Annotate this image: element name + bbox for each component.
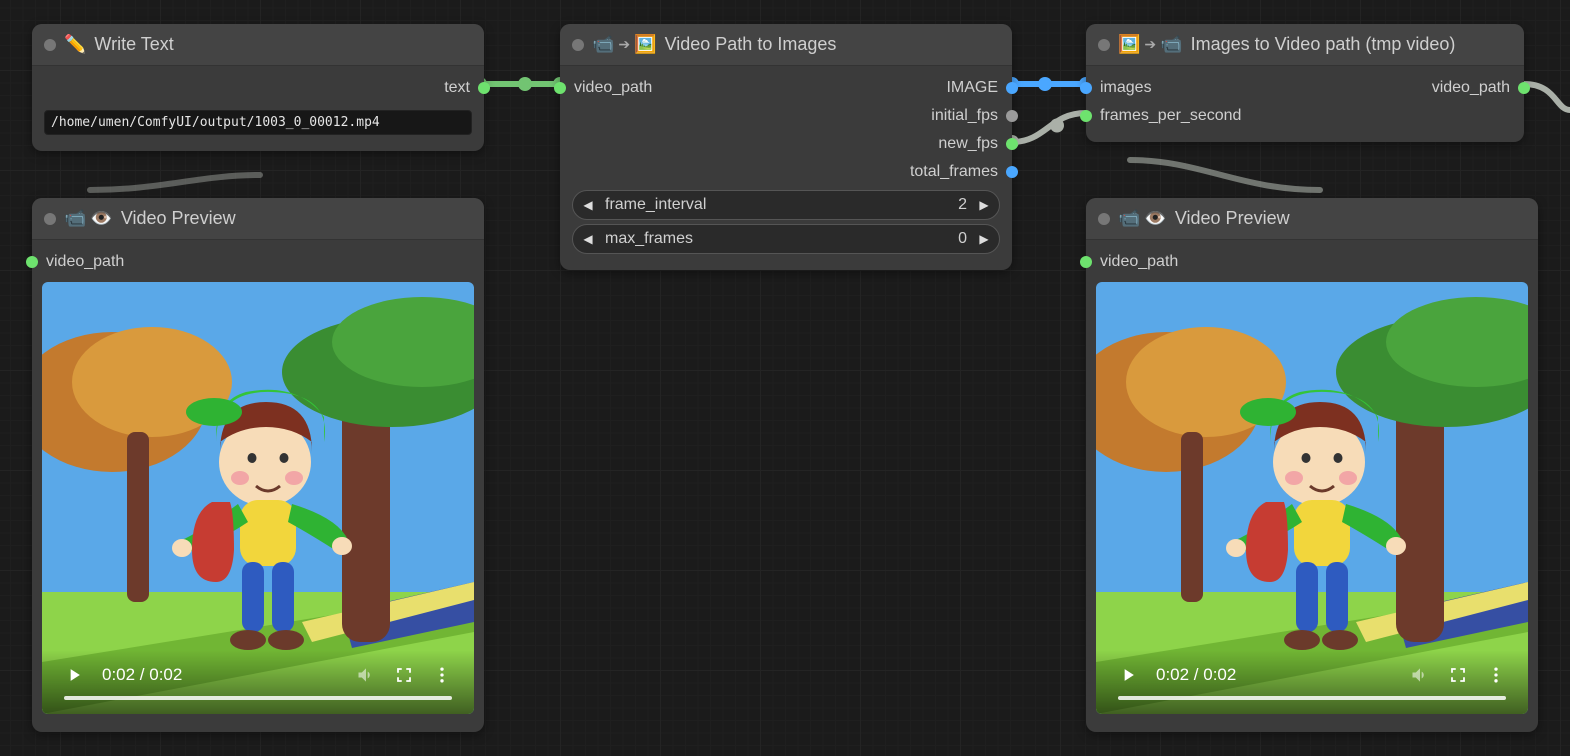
input-port-video-path[interactable]: video_path [1086, 248, 1538, 276]
image-icon: 🖼️ [1118, 34, 1140, 55]
node-header[interactable]: 🖼️ ➔ 📹 Images to Video path (tmp video) [1086, 24, 1524, 66]
play-icon[interactable] [64, 665, 84, 685]
widget-value[interactable]: 2 [949, 196, 973, 214]
node-status-dot [44, 213, 56, 225]
output-port-total-frames[interactable]: total_frames [560, 158, 1012, 186]
volume-icon[interactable] [1410, 665, 1430, 685]
input-port-video-path[interactable]: video_path [32, 248, 484, 276]
video-icon: 📹 [64, 208, 86, 229]
output-port-video-path[interactable]: video_path [1086, 74, 1524, 102]
fullscreen-icon[interactable] [394, 665, 414, 685]
video-preview-canvas[interactable]: 0:02 / 0:02 [42, 282, 474, 714]
node-title: Video Preview [1175, 208, 1290, 229]
port-dot[interactable] [478, 82, 490, 94]
node-header[interactable]: 📹 👁️ Video Preview [32, 198, 484, 240]
video-icon: 📹 [1160, 34, 1182, 55]
more-icon[interactable] [432, 665, 452, 685]
node-status-dot [1098, 39, 1110, 51]
output-port-initial-fps[interactable]: initial_fps [560, 102, 1012, 130]
widget-max-frames[interactable]: ◀ max_frames 0 ▶ [572, 224, 1000, 254]
node-header[interactable]: ✏️ Write Text [32, 24, 484, 66]
node-title: Video Path to Images [665, 34, 837, 55]
node-header[interactable]: 📹 👁️ Video Preview [1086, 198, 1538, 240]
video-controls: 0:02 / 0:02 [1096, 650, 1528, 714]
increment-button[interactable]: ▶ [973, 232, 995, 246]
volume-icon[interactable] [356, 665, 376, 685]
node-video-path-to-images[interactable]: 📹 ➔ 🖼️ Video Path to Images video_path I… [560, 24, 1012, 270]
more-icon[interactable] [1486, 665, 1506, 685]
text-value-input[interactable] [44, 110, 472, 135]
video-preview-canvas[interactable]: 0:02 / 0:02 [1096, 282, 1528, 714]
play-icon[interactable] [1118, 665, 1138, 685]
video-progress-bar[interactable] [64, 696, 452, 700]
output-port-image[interactable]: IMAGE [560, 74, 1012, 102]
node-video-preview-left[interactable]: 📹 👁️ Video Preview video_path [32, 198, 484, 732]
video-time-display: 0:02 / 0:02 [102, 665, 182, 685]
port-dot[interactable] [1006, 82, 1018, 94]
node-status-dot [44, 39, 56, 51]
fullscreen-icon[interactable] [1448, 665, 1468, 685]
video-icon: 📹 [1118, 208, 1140, 229]
video-controls: 0:02 / 0:02 [42, 650, 474, 714]
widget-value[interactable]: 0 [949, 230, 973, 248]
node-title: Images to Video path (tmp video) [1191, 34, 1456, 55]
output-port-new-fps[interactable]: new_fps [560, 130, 1012, 158]
port-dot[interactable] [1006, 110, 1018, 122]
increment-button[interactable]: ▶ [973, 198, 995, 212]
video-icon: 📹 [592, 34, 614, 55]
port-dot[interactable] [1006, 138, 1018, 150]
eye-icon: 👁️ [1144, 208, 1166, 229]
port-dot[interactable] [1080, 256, 1092, 268]
node-images-to-video-path[interactable]: 🖼️ ➔ 📹 Images to Video path (tmp video) … [1086, 24, 1524, 142]
output-port-text[interactable]: text [32, 74, 484, 102]
image-icon: 🖼️ [634, 34, 656, 55]
pencil-icon: ✏️ [64, 34, 86, 55]
eye-icon: 👁️ [90, 208, 112, 229]
node-write-text[interactable]: ✏️ Write Text text [32, 24, 484, 151]
port-dot[interactable] [1518, 82, 1530, 94]
video-time-display: 0:02 / 0:02 [1156, 665, 1236, 685]
port-dot[interactable] [26, 256, 38, 268]
video-progress-bar[interactable] [1118, 696, 1506, 700]
port-dot[interactable] [1006, 166, 1018, 178]
arrow-right-icon: ➔ [618, 36, 630, 53]
decrement-button[interactable]: ◀ [577, 232, 599, 246]
decrement-button[interactable]: ◀ [577, 198, 599, 212]
node-title: Write Text [94, 34, 173, 55]
node-status-dot [1098, 213, 1110, 225]
node-status-dot [572, 39, 584, 51]
port-dot[interactable] [1080, 110, 1092, 122]
node-video-preview-right[interactable]: 📹 👁️ Video Preview video_path [1086, 198, 1538, 732]
input-port-frames-per-second[interactable]: frames_per_second [1086, 102, 1524, 130]
node-header[interactable]: 📹 ➔ 🖼️ Video Path to Images [560, 24, 1012, 66]
widget-frame-interval[interactable]: ◀ frame_interval 2 ▶ [572, 190, 1000, 220]
arrow-right-icon: ➔ [1144, 36, 1156, 53]
node-title: Video Preview [121, 208, 236, 229]
